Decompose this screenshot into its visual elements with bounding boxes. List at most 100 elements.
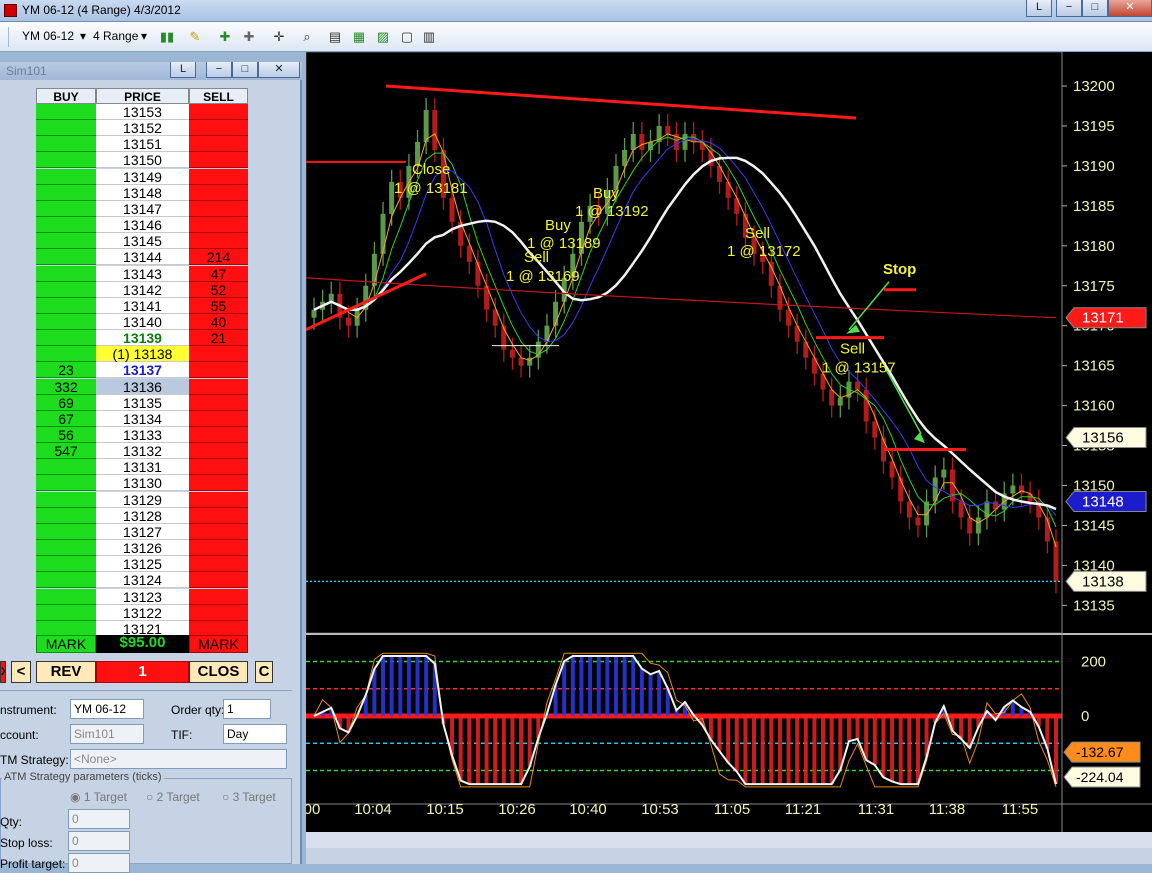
period-selector[interactable]: 4 Range <box>93 29 138 43</box>
sell-cell[interactable]: 21 <box>189 330 248 347</box>
price-cell[interactable]: 13150 <box>96 152 189 169</box>
order-qty-stepper[interactable]: 1 <box>223 699 271 719</box>
buy-cell[interactable] <box>36 265 96 282</box>
sell-cell[interactable] <box>189 120 248 137</box>
buy-cell[interactable] <box>36 281 96 298</box>
strategies-icon[interactable]: ▦ <box>350 28 368 46</box>
price-cell[interactable]: 13125 <box>96 556 189 573</box>
chart-area[interactable]: Close 1 @ 13181 Sell 1 @ 13169 Buy 1 @ 13189 B… <box>304 51 1152 864</box>
price-cell[interactable]: 13134 <box>96 410 189 427</box>
qty-stepper[interactable]: 0 <box>68 809 130 829</box>
price-cell[interactable]: 13135 <box>96 394 189 411</box>
buy-cell[interactable]: 56 <box>36 427 96 443</box>
sell-cell[interactable] <box>189 556 248 573</box>
price-cell[interactable]: 13144 <box>96 249 189 266</box>
close-button[interactable]: ✕ <box>258 62 300 78</box>
price-cell[interactable]: 13127 <box>96 523 189 540</box>
price-cell[interactable]: 13149 <box>96 168 189 185</box>
left-button[interactable]: < <box>11 661 31 683</box>
sell-cell[interactable] <box>189 217 248 234</box>
buy-cell[interactable] <box>36 104 96 120</box>
sell-cell[interactable] <box>189 200 248 217</box>
buy-cell[interactable] <box>36 200 96 217</box>
price-cell[interactable]: 13128 <box>96 507 189 524</box>
minimize-button[interactable]: − <box>1056 0 1082 17</box>
indicators-icon[interactable]: ▤ <box>326 28 344 46</box>
sell-cell[interactable] <box>189 184 248 201</box>
buy-mark[interactable]: MARK <box>36 635 96 653</box>
buy-cell[interactable] <box>36 330 96 347</box>
sell-cell[interactable] <box>189 152 248 169</box>
restore-button[interactable]: □ <box>232 62 258 78</box>
buy-cell[interactable] <box>36 168 96 185</box>
sell-cell[interactable] <box>189 136 248 153</box>
buy-cell[interactable] <box>36 233 96 250</box>
profit-target-stepper[interactable]: 0 <box>68 853 130 873</box>
sell-cell[interactable] <box>189 427 248 443</box>
c-button[interactable]: C <box>255 661 273 683</box>
price-cell[interactable]: 13123 <box>96 588 189 605</box>
pencil-icon[interactable]: ✎ <box>186 28 204 46</box>
buy-cell[interactable] <box>36 507 96 524</box>
buy-cell[interactable]: 69 <box>36 394 96 411</box>
price-cell[interactable]: 13124 <box>96 572 189 589</box>
buy-cell[interactable] <box>36 346 96 363</box>
sell-cell[interactable] <box>189 362 248 379</box>
sell-mark[interactable]: MARK <box>189 635 248 653</box>
sell-cell[interactable] <box>189 104 248 120</box>
price-cell[interactable]: 13132 <box>96 443 189 460</box>
buy-cell[interactable]: 332 <box>36 378 96 395</box>
buy-cell[interactable] <box>36 459 96 476</box>
price-cell[interactable]: 13148 <box>96 184 189 201</box>
quantity-display[interactable]: 1 <box>96 661 189 683</box>
sell-cell[interactable] <box>189 475 248 492</box>
sell-cell[interactable]: 40 <box>189 313 248 330</box>
price-cell[interactable]: 13126 <box>96 540 189 557</box>
sell-cell[interactable] <box>189 540 248 557</box>
sell-cell[interactable] <box>189 459 248 476</box>
buy-cell[interactable] <box>36 491 96 508</box>
buy-cell[interactable] <box>36 217 96 234</box>
buy-cell[interactable] <box>36 152 96 169</box>
chevron-down-icon[interactable]: ▾ <box>80 29 86 43</box>
buy-cell[interactable] <box>36 184 96 201</box>
buy-cell[interactable] <box>36 297 96 314</box>
price-cell[interactable]: 13152 <box>96 120 189 137</box>
templates-icon[interactable]: ▥ <box>420 28 438 46</box>
data-box-icon[interactable]: ▢ <box>398 28 416 46</box>
buy-cell[interactable] <box>36 120 96 137</box>
close-position-button[interactable]: CLOS <box>189 661 248 683</box>
horizontal-scrollbar[interactable] <box>306 832 1152 848</box>
bar-type-icon[interactable]: ▮▮ <box>158 28 176 46</box>
sell-cell[interactable] <box>189 491 248 508</box>
buy-cell[interactable] <box>36 556 96 573</box>
l-button[interactable]: L <box>1026 0 1052 17</box>
sell-cell[interactable] <box>189 604 248 621</box>
price-cell[interactable]: 13136 <box>96 378 189 395</box>
sell-cell[interactable] <box>189 378 248 395</box>
price-cell[interactable]: 13133 <box>96 427 189 443</box>
price-cell[interactable]: 13130 <box>96 475 189 492</box>
buy-cell[interactable] <box>36 249 96 266</box>
atm-strategy-select[interactable]: <None> <box>70 749 287 769</box>
sell-cell[interactable] <box>189 588 248 605</box>
sell-cell[interactable] <box>189 394 248 411</box>
price-cell[interactable]: 13137 <box>96 362 189 379</box>
price-cell[interactable]: 13141 <box>96 297 189 314</box>
sell-cell[interactable] <box>189 507 248 524</box>
sell-cell[interactable]: 55 <box>189 297 248 314</box>
target2-radio[interactable]: ○ 2 Target <box>146 790 200 804</box>
reverse-button[interactable]: REV <box>36 661 96 683</box>
buy-cell[interactable] <box>36 604 96 621</box>
instrument-selector[interactable]: YM 06-12 <box>22 29 74 43</box>
buy-cell[interactable] <box>36 523 96 540</box>
strategy-icon[interactable]: ✚ <box>240 28 258 46</box>
price-chart[interactable]: Close1 @ 13181Sell1 @ 13169Buy1 @ 13189B… <box>304 51 1152 864</box>
minimize-button[interactable]: − <box>206 62 232 78</box>
sell-cell[interactable] <box>189 233 248 250</box>
close-button[interactable]: ✕ <box>1108 0 1152 17</box>
buy-cell[interactable]: 547 <box>36 443 96 460</box>
cancel-all-button[interactable]: X <box>0 661 6 683</box>
buy-cell[interactable] <box>36 588 96 605</box>
add-indicator-icon[interactable]: ✚ <box>216 28 234 46</box>
